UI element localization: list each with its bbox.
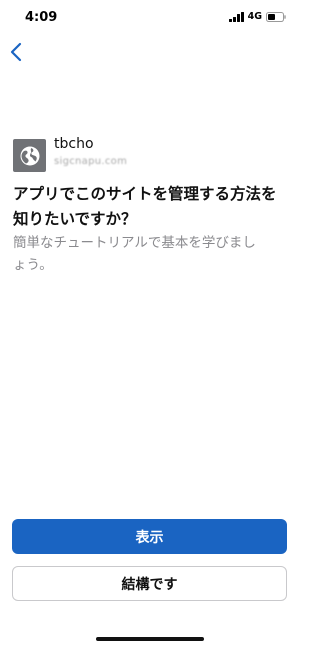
globe-icon — [20, 146, 39, 165]
back-button[interactable] — [5, 38, 27, 66]
chevron-left-icon — [10, 42, 22, 62]
battery-icon — [266, 11, 286, 22]
site-name: tbcho — [54, 136, 94, 152]
site-icon — [13, 139, 46, 172]
signal-icon — [229, 11, 244, 22]
prompt-description: 簡単なチュートリアルで基本を学びましょう。 — [13, 235, 256, 273]
site-info: tbcho sigcnapu.com — [13, 136, 283, 172]
home-indicator[interactable] — [96, 637, 204, 641]
network-label: 4G — [247, 11, 262, 22]
status-bar: 4:09 4G — [0, 0, 300, 36]
show-button[interactable]: 表示 — [12, 519, 287, 554]
dismiss-button[interactable]: 結構です — [12, 566, 287, 601]
site-url: sigcnapu.com — [54, 156, 128, 167]
page-title: アプリでこのサイトを管理する方法を知りたいですか？ — [13, 185, 277, 228]
status-indicators: 4G — [229, 11, 286, 22]
status-time: 4:09 — [25, 10, 58, 25]
